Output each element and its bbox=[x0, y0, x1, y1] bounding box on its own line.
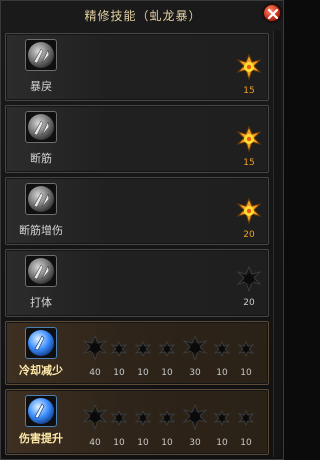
star-gem-icon[interactable] bbox=[134, 340, 161, 367]
star-gem-icon bbox=[236, 265, 262, 293]
blade-skill-icon bbox=[25, 395, 57, 427]
skill-value: 20 bbox=[243, 298, 255, 308]
close-button[interactable] bbox=[263, 4, 281, 22]
rune-value: 30 bbox=[189, 438, 201, 448]
star-gem-icon[interactable] bbox=[82, 334, 108, 362]
window-title: 精修技能（虬龙暴） bbox=[84, 9, 202, 23]
blade-skill-icon bbox=[25, 39, 57, 71]
star-gem-icon bbox=[236, 197, 262, 225]
rune-skill-name: 冷却减少 bbox=[19, 364, 63, 377]
star-gem-icon[interactable] bbox=[82, 403, 108, 431]
skill-value: 20 bbox=[243, 230, 255, 240]
skill-value: 15 bbox=[243, 86, 255, 96]
rune-skill-row[interactable]: 冷却减少 40 10 10 10 30 10 10 bbox=[5, 321, 269, 385]
rune-value: 10 bbox=[161, 438, 173, 448]
skill-row[interactable]: 暴戾 15 bbox=[5, 33, 269, 101]
skill-name: 打体 bbox=[30, 296, 52, 309]
blade-skill-icon bbox=[25, 111, 57, 143]
skill-name: 断筋增伤 bbox=[19, 224, 63, 237]
skill-row[interactable]: 断筋 15 bbox=[5, 105, 269, 173]
star-gem-icon bbox=[236, 125, 262, 153]
star-gem-icon[interactable] bbox=[213, 340, 240, 367]
blade-skill-icon bbox=[25, 327, 57, 359]
star-gem-icon[interactable] bbox=[237, 340, 264, 367]
star-gem-icon[interactable] bbox=[237, 409, 264, 436]
rune-value: 10 bbox=[240, 368, 252, 378]
skill-row[interactable]: 断筋增伤 20 bbox=[5, 177, 269, 245]
rune-skill-row[interactable]: 伤害提升 40 10 10 10 30 10 10 bbox=[5, 389, 269, 455]
rune-value: 10 bbox=[161, 368, 173, 378]
scrollbar[interactable] bbox=[273, 31, 281, 457]
star-gem-icon[interactable] bbox=[110, 409, 137, 436]
skill-value: 15 bbox=[243, 158, 255, 168]
star-gem-icon[interactable] bbox=[182, 403, 208, 431]
rune-skill-name: 伤害提升 bbox=[19, 432, 63, 445]
skill-name: 暴戾 bbox=[30, 80, 52, 93]
skill-name: 断筋 bbox=[30, 152, 52, 165]
rune-value: 10 bbox=[240, 438, 252, 448]
blade-skill-icon bbox=[25, 183, 57, 215]
rune-value: 30 bbox=[189, 368, 201, 378]
star-gem-icon bbox=[236, 53, 262, 81]
blade-skill-icon bbox=[25, 255, 57, 287]
star-gem-icon[interactable] bbox=[213, 409, 240, 436]
star-gem-icon[interactable] bbox=[110, 340, 137, 367]
skill-panel: 精修技能（虬龙暴） 暴戾 15 断筋 15 断筋增伤 20 打体 20 冷却减少… bbox=[0, 0, 284, 460]
star-gem-icon[interactable] bbox=[182, 334, 208, 362]
skill-row[interactable]: 打体 20 bbox=[5, 249, 269, 317]
close-icon bbox=[267, 8, 279, 20]
star-gem-icon[interactable] bbox=[134, 409, 161, 436]
